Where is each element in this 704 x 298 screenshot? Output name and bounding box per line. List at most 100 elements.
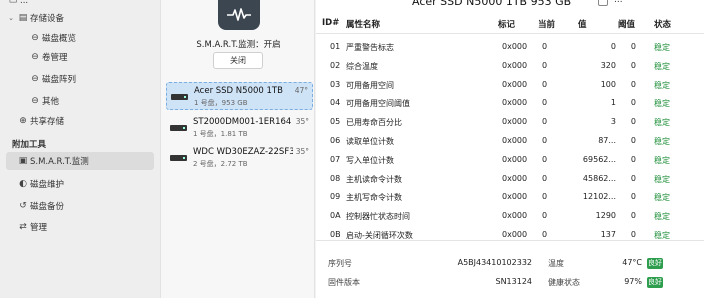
- cell-flag: 0x000: [502, 42, 528, 51]
- column-header-flag[interactable]: 标记: [498, 18, 515, 30]
- share-icon: ⊕: [19, 116, 27, 126]
- cell-status: 稳定: [654, 43, 670, 52]
- table-row[interactable]: 03 可用备用空间 0x000 0 100 0 稳定: [316, 76, 704, 94]
- drive-icon: [171, 94, 188, 100]
- table-row[interactable]: 01 严重警告标志 0x000 0 0 0 稳定: [316, 38, 704, 56]
- temperature-status-badge: 良好: [647, 258, 663, 269]
- other-disk-icon: ⊖: [31, 96, 39, 106]
- sidebar-item-other[interactable]: ⊖ 其他: [28, 92, 154, 110]
- cell-name: 控制器忙状态时间: [346, 212, 410, 222]
- cell-flag: 0x000: [502, 79, 528, 89]
- cell-id: 04: [330, 98, 341, 108]
- table-row[interactable]: 0B 启动-关闭循环次数 0x000 0 137 0 稳定: [316, 226, 704, 244]
- cell-flag: 0x000: [502, 230, 528, 239]
- cell-name: 可用备用空间: [346, 80, 394, 90]
- disk-list-item[interactable]: WDC WD30EZAZ-22SF3... 2 号盘，2.72 TB 35°: [166, 144, 313, 172]
- cell-id: 09: [330, 192, 341, 202]
- cell-name: 写入单位计数: [346, 155, 394, 165]
- table-row[interactable]: 0A 控制器忙状态时间 0x000 0 1290 0 稳定: [316, 207, 704, 225]
- column-header-name[interactable]: 属性名称: [346, 18, 380, 30]
- sidebar-item-smart[interactable]: ▣ S.M.A.R.T.监测: [6, 152, 154, 170]
- sidebar: ▭ ... ⌄ ▤ 存储设备 ⊖ 磁盘概览 ⊖ 卷管理 ⊖ 磁盘阵列 ⊖ 其他 …: [0, 0, 160, 298]
- cell-value: 87...: [598, 136, 616, 145]
- option-checkbox-label: ...: [614, 0, 623, 5]
- cell-threshold: 0: [630, 230, 636, 239]
- sidebar-item-manage[interactable]: ⇄ 管理: [6, 218, 154, 236]
- cell-current: 0: [542, 136, 548, 145]
- table-row[interactable]: 08 主机读命令计数 0x000 0 45862... 0 稳定: [316, 170, 704, 188]
- cell-value: 45862...: [582, 173, 616, 183]
- cell-id: 02: [330, 60, 341, 70]
- table-row[interactable]: 06 读取单位计数 0x000 0 87... 0 稳定: [316, 132, 704, 150]
- header-divider: [316, 33, 704, 34]
- sidebar-item-raid[interactable]: ⊖ 磁盘阵列: [28, 70, 154, 88]
- cell-status: 稳定: [654, 155, 670, 165]
- sidebar-item-maintenance[interactable]: ◐ 磁盘维护: [6, 175, 154, 193]
- table-row[interactable]: 05 已用寿命百分比 0x000 0 3 0 稳定: [316, 113, 704, 131]
- cell-status: 稳定: [654, 193, 670, 203]
- disk-list-item[interactable]: Acer SSD N5000 1TB 1 号盘，953 GB 47°: [166, 82, 313, 110]
- column-header-status[interactable]: 状态: [654, 18, 671, 30]
- sidebar-group-storage[interactable]: ⌄ ▤ 存储设备: [6, 9, 154, 27]
- cell-name: 综合温度: [346, 61, 378, 71]
- column-header-threshold[interactable]: 阈值: [618, 18, 635, 30]
- cell-value: 12102...: [582, 192, 616, 202]
- firmware-value: SN13124: [495, 277, 532, 286]
- temperature-value: 47°C: [622, 258, 642, 267]
- cell-flag: 0x000: [502, 98, 528, 108]
- disk-temperature: 35°: [295, 117, 309, 126]
- table-row[interactable]: 07 写入单位计数 0x000 0 69562... 0 稳定: [316, 151, 704, 169]
- cell-value: 320: [600, 60, 616, 70]
- cell-status: 稳定: [654, 80, 670, 90]
- sidebar-item-disk-overview[interactable]: ⊖ 磁盘概览: [28, 29, 154, 47]
- folder-icon: ▭: [8, 0, 18, 6]
- cell-id: 0A: [330, 211, 341, 221]
- cell-threshold: 0: [630, 173, 636, 183]
- sidebar-item-share[interactable]: ⊕ 共享存储: [6, 112, 154, 130]
- cell-status: 稳定: [654, 212, 670, 222]
- drive-icon: [170, 125, 187, 131]
- sidebar-item-volume[interactable]: ⊖ 卷管理: [28, 48, 154, 66]
- cell-current: 0: [542, 60, 548, 70]
- drive-icon: [170, 155, 187, 161]
- volume-icon: ⊖: [31, 52, 39, 62]
- table-row[interactable]: 04 可用备用空间阈值 0x000 0 1 0 稳定: [316, 94, 704, 112]
- cell-name: 严重警告标志: [346, 43, 394, 52]
- disk-list-item[interactable]: ST2000DM001-1ER164 1 号盘，1.81 TB 35°: [166, 114, 313, 142]
- cell-current: 0: [542, 98, 548, 108]
- table-row[interactable]: 02 综合温度 0x000 0 320 0 稳定: [316, 57, 704, 75]
- cell-value: 69562...: [582, 154, 616, 164]
- sidebar-item-backup[interactable]: ↺ 磁盘备份: [6, 197, 154, 215]
- cell-value: 1290: [595, 211, 616, 221]
- cell-name: 主机写命令计数: [346, 193, 402, 203]
- cell-threshold: 0: [630, 117, 636, 127]
- maintenance-icon: ◐: [19, 179, 27, 189]
- cell-status: 稳定: [654, 118, 670, 128]
- option-checkbox[interactable]: [598, 0, 608, 6]
- table-row[interactable]: 09 主机写命令计数 0x000 0 12102... 0 稳定: [316, 188, 704, 206]
- cell-flag: 0x000: [502, 211, 528, 221]
- app-window: ▭ ... ⌄ ▤ 存储设备 ⊖ 磁盘概览 ⊖ 卷管理 ⊖ 磁盘阵列 ⊖ 其他 …: [0, 0, 704, 298]
- cell-flag: 0x000: [502, 154, 528, 164]
- cell-value: 0: [610, 42, 616, 51]
- manage-icon: ⇄: [19, 222, 27, 232]
- column-header-value[interactable]: 值: [578, 18, 587, 30]
- cell-flag: 0x000: [502, 136, 528, 145]
- cell-flag: 0x000: [502, 117, 528, 127]
- cell-flag: 0x000: [502, 192, 528, 202]
- column-header-id[interactable]: ID#: [322, 18, 339, 28]
- smart-detail-panel: Acer SSD N5000 1TB 953 GB ... ID# 属性名称 标…: [316, 0, 704, 298]
- cell-current: 0: [542, 173, 548, 183]
- cell-status: 稳定: [654, 61, 670, 71]
- cell-threshold: 0: [630, 98, 636, 108]
- close-monitoring-button[interactable]: 关闭: [213, 52, 263, 69]
- cell-id: 05: [330, 117, 341, 127]
- column-header-current[interactable]: 当前: [538, 18, 555, 30]
- cell-value: 137: [600, 230, 616, 239]
- cell-threshold: 0: [630, 42, 636, 51]
- section-tools-label: 附加工具: [12, 140, 47, 150]
- cell-name: 读取单位计数: [346, 137, 394, 146]
- health-status-badge: 良好: [647, 277, 663, 288]
- cell-threshold: 0: [630, 211, 636, 221]
- cell-current: 0: [542, 79, 548, 89]
